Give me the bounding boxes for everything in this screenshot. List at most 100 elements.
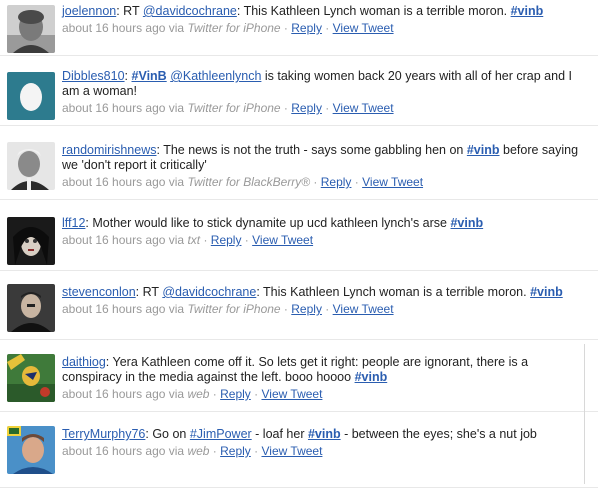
tweet-content: daithiog: Yera Kathleen come off it. So … xyxy=(62,355,582,402)
reply-link[interactable]: Reply xyxy=(211,233,242,247)
tweet-timeline: joelennon: RT @davidcochrane: This Kathl… xyxy=(0,0,598,494)
tweet-source: txt xyxy=(187,233,201,247)
meta-separator: · xyxy=(280,101,292,115)
tweet-timestamp: about 16 hours ago via xyxy=(62,233,188,247)
tweet-meta: about 16 hours ago via web · Reply · Vie… xyxy=(62,386,582,402)
tweet-meta: about 16 hours ago via Twitter for Black… xyxy=(62,174,582,190)
hashtag-link[interactable]: #JimPower xyxy=(190,427,252,441)
hashtag-link[interactable]: #VinB xyxy=(132,69,167,83)
tweet-username[interactable]: stevenconlon xyxy=(62,285,136,299)
meta-separator: · xyxy=(209,387,221,401)
tweet-content: Dibbles810: #VinB @Kathleenlynch is taki… xyxy=(62,69,582,116)
view-tweet-link[interactable]: View Tweet xyxy=(362,175,423,189)
tweet-text-part: - between the eyes; she's a nut job xyxy=(340,427,537,441)
view-tweet-link[interactable]: View Tweet xyxy=(333,302,394,316)
tweet-content: randomirishnews: The news is not the tru… xyxy=(62,143,582,190)
tweet-text: joelennon: RT @davidcochrane: This Kathl… xyxy=(62,4,582,19)
tweet-content: stevenconlon: RT @davidcochrane: This Ka… xyxy=(62,285,582,317)
tweet-item: randomirishnews: The news is not the tru… xyxy=(0,140,598,200)
tweet-text: lff12: Mother would like to stick dynami… xyxy=(62,216,582,231)
view-tweet-link[interactable]: View Tweet xyxy=(261,444,322,458)
meta-separator: · xyxy=(241,233,253,247)
view-tweet-link[interactable]: View Tweet xyxy=(333,101,394,115)
tweet-text-part: : Go on xyxy=(145,427,190,441)
view-tweet-link[interactable]: View Tweet xyxy=(261,387,322,401)
tweet-source: Twitter for iPhone xyxy=(187,302,281,316)
tweet-text: Dibbles810: #VinB @Kathleenlynch is taki… xyxy=(62,69,582,99)
reply-link[interactable]: Reply xyxy=(321,175,352,189)
reply-link[interactable]: Reply xyxy=(220,387,251,401)
tweet-timestamp: about 16 hours ago via xyxy=(62,175,188,189)
tweet-meta: about 16 hours ago via Twitter for iPhon… xyxy=(62,301,582,317)
scrollbar-track[interactable] xyxy=(584,344,585,484)
tweet-content: lff12: Mother would like to stick dynami… xyxy=(62,216,582,248)
mention-link[interactable]: @davidcochrane xyxy=(143,4,237,18)
tweet-timestamp: about 16 hours ago via xyxy=(62,101,188,115)
tweet-username[interactable]: daithiog xyxy=(62,355,106,369)
tweet-text-part: : The news is not the truth - says some … xyxy=(156,143,467,157)
tweet-meta: about 16 hours ago via Twitter for iPhon… xyxy=(62,20,582,36)
meta-separator: · xyxy=(321,101,333,115)
tweet-source: Twitter for iPhone xyxy=(187,101,281,115)
tweet-source: Twitter for iPhone xyxy=(187,21,281,35)
tweet-item: lff12: Mother would like to stick dynami… xyxy=(0,213,598,271)
tweet-timestamp: about 16 hours ago via xyxy=(62,444,188,458)
meta-separator: · xyxy=(280,302,292,316)
tweet-timestamp: about 16 hours ago via xyxy=(62,302,188,316)
tweet-text: daithiog: Yera Kathleen come off it. So … xyxy=(62,355,582,385)
tweet-username[interactable]: lff12 xyxy=(62,216,85,230)
avatar[interactable] xyxy=(7,354,55,402)
avatar[interactable] xyxy=(7,426,55,474)
tweet-source: web xyxy=(187,444,210,458)
meta-separator: · xyxy=(321,302,333,316)
tweet-username[interactable]: TerryMurphy76 xyxy=(62,427,145,441)
meta-separator: · xyxy=(321,21,333,35)
meta-separator: · xyxy=(310,175,321,189)
tweet-source: web xyxy=(187,387,210,401)
mention-link[interactable]: @Kathleenlynch xyxy=(170,69,261,83)
tweet-text: stevenconlon: RT @davidcochrane: This Ka… xyxy=(62,285,582,300)
tweet-username[interactable]: Dibbles810 xyxy=(62,69,125,83)
tweet-item: Dibbles810: #VinB @Kathleenlynch is taki… xyxy=(0,66,598,126)
hashtag-link[interactable]: #vinb xyxy=(511,4,544,18)
tweet-timestamp: about 16 hours ago via xyxy=(62,387,188,401)
hashtag-link[interactable]: #vinb xyxy=(308,427,341,441)
tweet-text-part: : Mother would like to stick dynamite up… xyxy=(85,216,451,230)
tweet-text-part: : RT xyxy=(135,285,163,299)
avatar[interactable] xyxy=(7,217,55,265)
tweet-meta: about 16 hours ago via Twitter for iPhon… xyxy=(62,100,582,116)
tweet-meta: about 16 hours ago via txt · Reply · Vie… xyxy=(62,232,582,248)
tweet-content: joelennon: RT @davidcochrane: This Kathl… xyxy=(62,4,582,36)
avatar[interactable] xyxy=(7,284,55,332)
meta-separator: · xyxy=(250,387,262,401)
tweet-text-part: : Yera Kathleen come off it. So lets get… xyxy=(62,355,529,384)
avatar[interactable] xyxy=(7,142,55,190)
tweet-timestamp: about 16 hours ago via xyxy=(62,21,188,35)
view-tweet-link[interactable]: View Tweet xyxy=(333,21,394,35)
reply-link[interactable]: Reply xyxy=(291,101,322,115)
tweet-source: Twitter for BlackBerry® xyxy=(187,175,311,189)
tweet-username[interactable]: joelennon xyxy=(62,4,116,18)
hashtag-link[interactable]: #vinb xyxy=(355,370,388,384)
avatar[interactable] xyxy=(7,72,55,120)
avatar[interactable] xyxy=(7,5,55,53)
mention-link[interactable]: @davidcochrane xyxy=(162,285,256,299)
tweet-item: TerryMurphy76: Go on #JimPower - loaf he… xyxy=(0,424,598,488)
view-tweet-link[interactable]: View Tweet xyxy=(252,233,313,247)
reply-link[interactable]: Reply xyxy=(291,21,322,35)
tweet-text: TerryMurphy76: Go on #JimPower - loaf he… xyxy=(62,427,582,442)
hashtag-link[interactable]: #vinb xyxy=(450,216,483,230)
hashtag-link[interactable]: #vinb xyxy=(530,285,563,299)
meta-separator: · xyxy=(209,444,221,458)
tweet-content: TerryMurphy76: Go on #JimPower - loaf he… xyxy=(62,427,582,459)
tweet-text-part: : RT xyxy=(116,4,143,18)
tweet-meta: about 16 hours ago via web · Reply · Vie… xyxy=(62,443,582,459)
meta-separator: · xyxy=(200,233,211,247)
tweet-username[interactable]: randomirishnews xyxy=(62,143,156,157)
meta-separator: · xyxy=(280,21,292,35)
hashtag-link[interactable]: #vinb xyxy=(467,143,500,157)
meta-separator: · xyxy=(351,175,363,189)
reply-link[interactable]: Reply xyxy=(220,444,251,458)
reply-link[interactable]: Reply xyxy=(291,302,322,316)
tweet-text-part: : This Kathleen Lynch woman is a terribl… xyxy=(256,285,531,299)
